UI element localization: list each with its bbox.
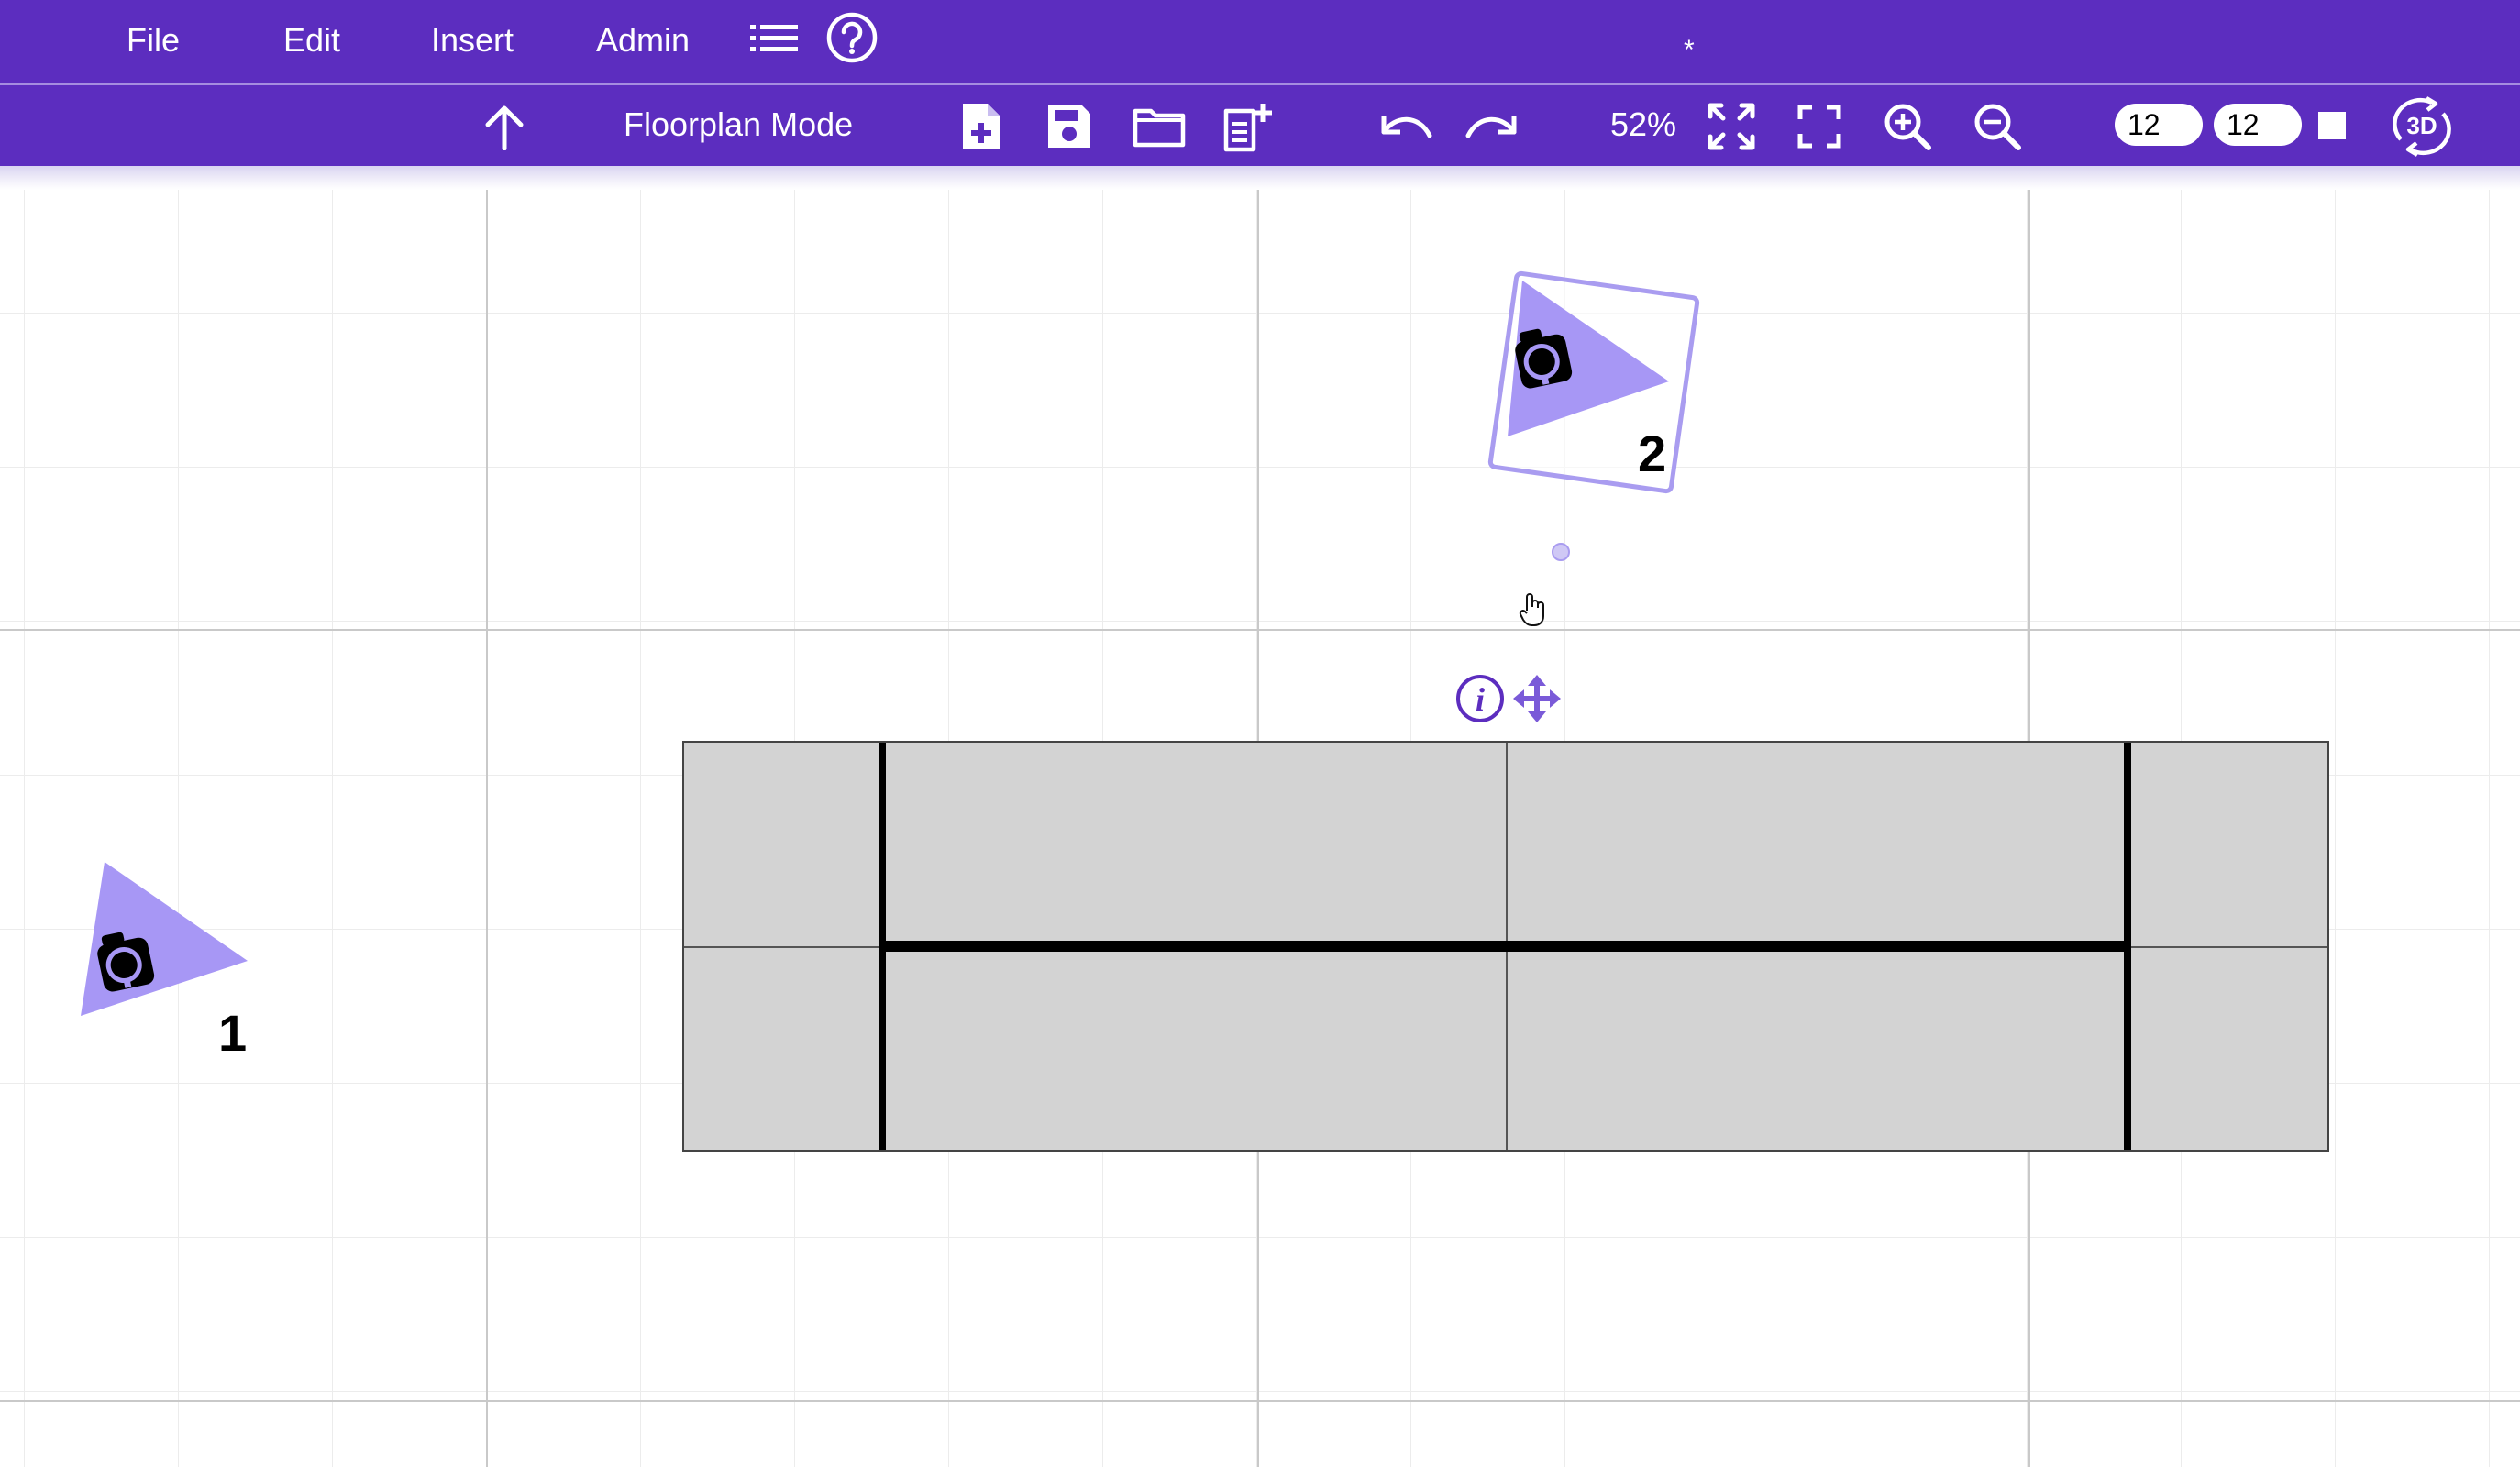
zoom-level: 52% [1610, 105, 1677, 143]
help-circle-icon[interactable] [825, 11, 879, 64]
grid-major-line [0, 1400, 2520, 1402]
camera-1[interactable]: 1 [77, 858, 260, 1069]
fullscreen-icon[interactable] [1796, 103, 1843, 150]
menu-admin[interactable]: Admin [596, 20, 690, 61]
new-file-icon[interactable] [957, 99, 1005, 154]
camera-cone [81, 862, 248, 1016]
rotate-3d-label: 3D [2406, 112, 2437, 139]
camera-number: 2 [1638, 425, 1667, 482]
redo-icon[interactable] [1464, 105, 1522, 149]
stop-square-icon[interactable] [2316, 110, 2348, 141]
wall[interactable] [2124, 743, 2131, 1150]
move-handle[interactable] [1511, 673, 1563, 729]
hand-cursor-icon [1519, 593, 1544, 626]
zoom-in-icon[interactable] [1882, 101, 1933, 152]
camera-2[interactable]: 2 [1502, 279, 1686, 490]
toolbar-shadow [0, 166, 2520, 190]
arrow-up-icon[interactable] [479, 101, 530, 152]
grid-x-input[interactable] [2115, 104, 2203, 146]
grid-y-input[interactable] [2214, 104, 2302, 146]
menu-edit[interactable]: Edit [283, 20, 340, 61]
grid-major-line [0, 629, 2520, 631]
move-arrows-icon [1513, 675, 1561, 722]
menu-file[interactable]: File [127, 20, 180, 61]
undo-icon[interactable] [1376, 105, 1434, 149]
mode-label[interactable]: Floorplan Mode [624, 104, 853, 146]
grid-major-line [486, 190, 488, 1467]
open-folder-icon[interactable] [1132, 103, 1187, 150]
save-icon[interactable] [1044, 101, 1095, 152]
info-button[interactable]: i [1454, 673, 1506, 729]
zoom-out-icon[interactable] [1972, 101, 2023, 152]
unsaved-indicator: * [1684, 35, 1695, 65]
menu-insert[interactable]: Insert [431, 20, 514, 61]
info-icon: i [1456, 675, 1504, 722]
camera-cone [1508, 281, 1669, 436]
fit-to-screen-icon[interactable] [1706, 101, 1757, 152]
add-page-icon[interactable] [1221, 99, 1277, 154]
floor-block[interactable] [682, 741, 2329, 1152]
camera-number: 1 [218, 1004, 248, 1062]
wall[interactable] [879, 743, 886, 1150]
rotate-3d-icon[interactable]: 3D [2390, 95, 2454, 158]
info-glyph: i [1476, 681, 1485, 718]
menu-bar: File Edit Insert Admin * [0, 0, 2520, 83]
list-icon[interactable] [748, 18, 800, 59]
rotate-handle[interactable] [1552, 543, 1570, 561]
wall[interactable] [886, 941, 2124, 952]
